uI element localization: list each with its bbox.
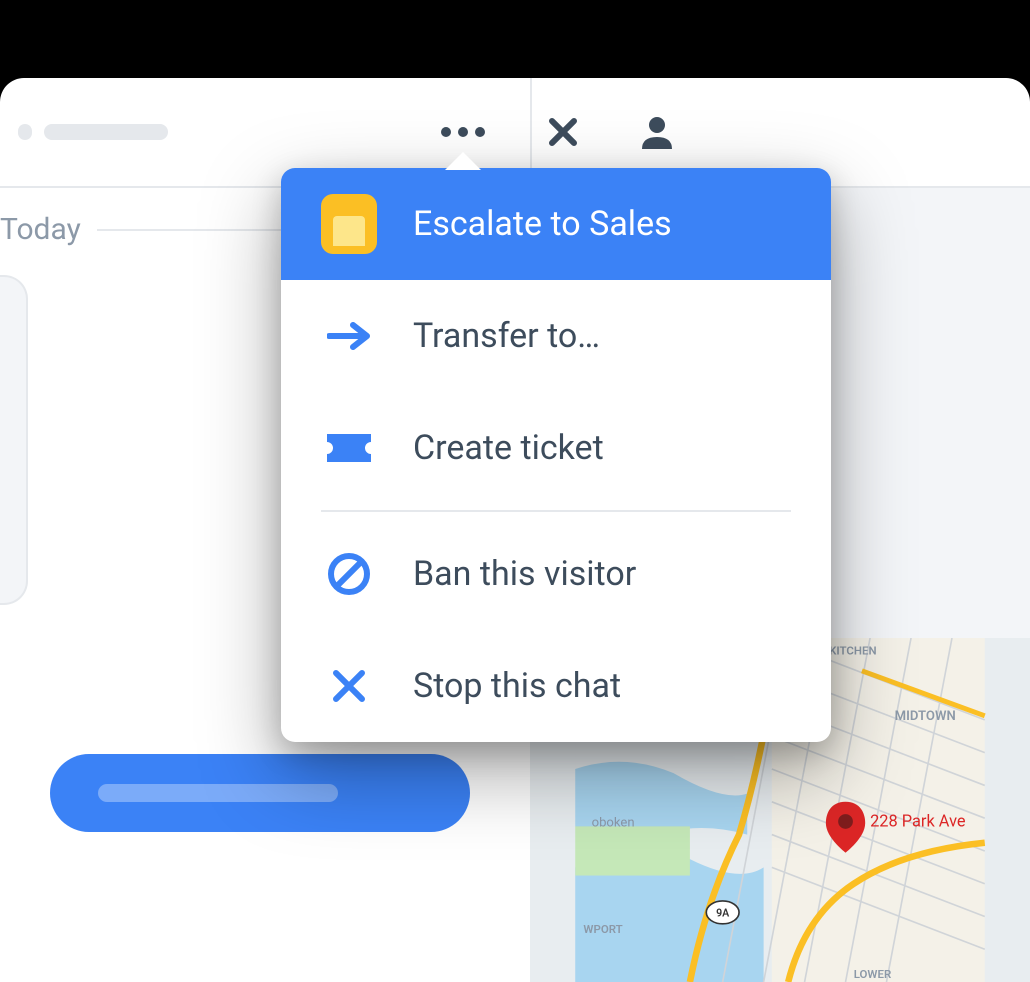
actions-dropdown: Escalate to Sales Transfer to… Create ti… bbox=[281, 168, 831, 742]
svg-text:9A: 9A bbox=[716, 906, 730, 919]
menu-item-label: Create ticket bbox=[413, 428, 604, 468]
arrow-right-icon bbox=[321, 308, 377, 364]
menu-item-create-ticket[interactable]: Create ticket bbox=[281, 392, 831, 504]
placeholder bbox=[44, 124, 168, 140]
compose-pill[interactable] bbox=[50, 754, 470, 832]
menu-item-label: Transfer to… bbox=[413, 316, 600, 356]
message-bubble bbox=[0, 275, 28, 605]
menu-item-stop-chat[interactable]: Stop this chat bbox=[281, 630, 831, 742]
close-icon bbox=[548, 117, 578, 147]
menu-item-transfer[interactable]: Transfer to… bbox=[281, 280, 831, 392]
close-chat-button[interactable] bbox=[548, 117, 578, 147]
menu-item-ban-visitor[interactable]: Ban this visitor bbox=[281, 518, 831, 630]
ban-icon bbox=[321, 546, 377, 602]
app-yellow-icon bbox=[321, 196, 377, 252]
menu-item-escalate-sales[interactable]: Escalate to Sales bbox=[281, 168, 831, 280]
close-icon bbox=[321, 658, 377, 714]
menu-item-label: Stop this chat bbox=[413, 666, 621, 706]
more-horizontal-icon bbox=[440, 126, 486, 138]
svg-text:LOWER: LOWER bbox=[854, 967, 892, 981]
svg-text:oboken: oboken bbox=[592, 815, 635, 830]
menu-item-label: Ban this visitor bbox=[413, 554, 636, 594]
toolbar-left-placeholder bbox=[0, 124, 168, 140]
date-label: Today bbox=[0, 212, 81, 247]
compose-placeholder bbox=[98, 784, 338, 802]
more-options-button[interactable] bbox=[440, 126, 486, 138]
menu-separator bbox=[321, 510, 791, 512]
ticket-icon bbox=[321, 420, 377, 476]
map-address-label: 228 Park Ave bbox=[870, 811, 966, 830]
person-icon bbox=[640, 115, 674, 149]
svg-text:WPORT: WPORT bbox=[583, 922, 622, 936]
route-badge: 9A bbox=[706, 901, 739, 924]
placeholder bbox=[18, 124, 32, 140]
menu-item-label: Escalate to Sales bbox=[413, 204, 672, 244]
svg-text:MIDTOWN: MIDTOWN bbox=[895, 709, 956, 724]
svg-text:KITCHEN: KITCHEN bbox=[829, 643, 876, 657]
visitor-profile-button[interactable] bbox=[640, 115, 674, 149]
